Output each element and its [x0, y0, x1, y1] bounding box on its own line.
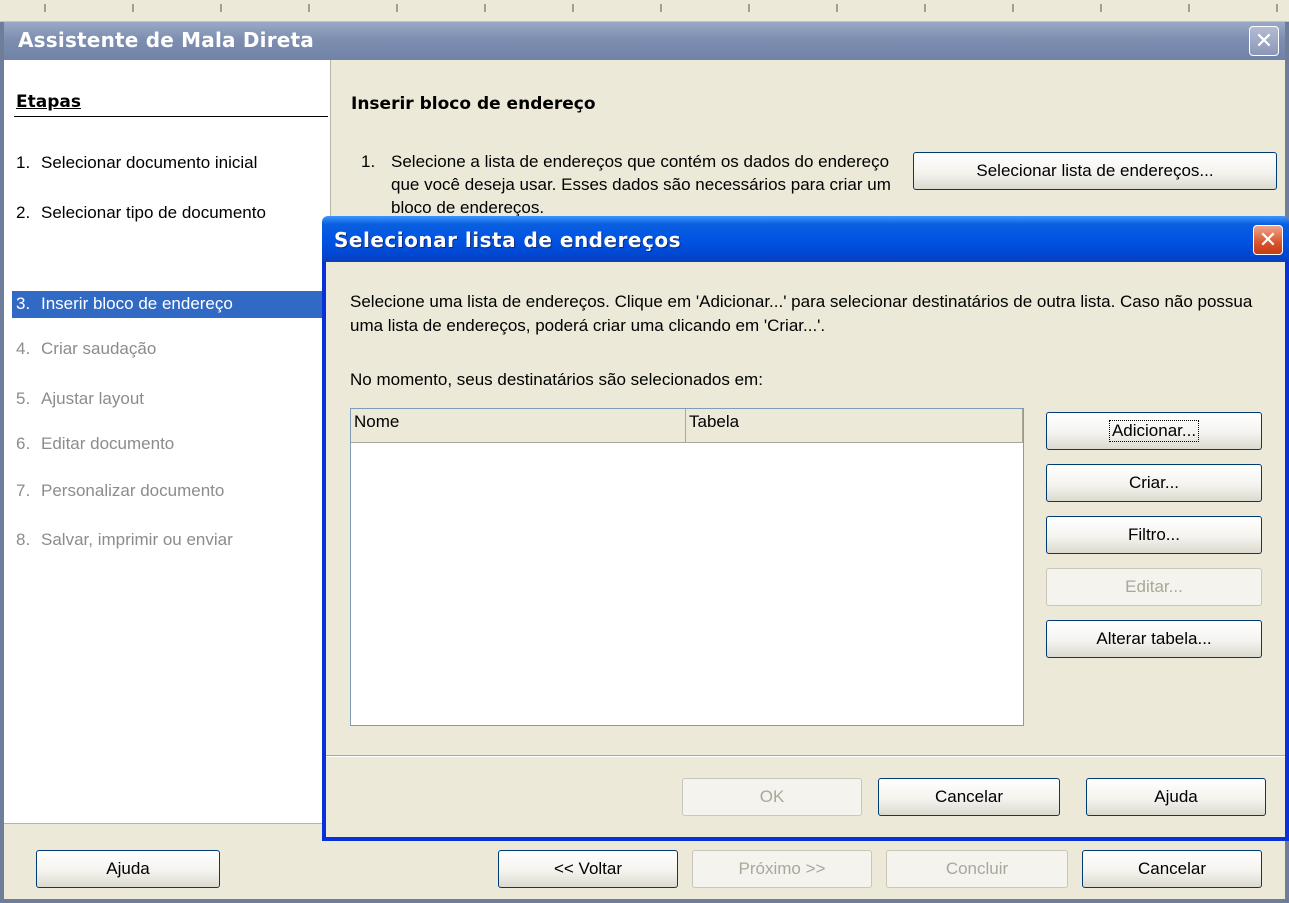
instruction: 1. Selecione a lista de endereços que co…: [361, 150, 901, 219]
button-label: Editar...: [1125, 577, 1183, 596]
step-6[interactable]: 6. Editar documento: [12, 431, 330, 458]
step-2[interactable]: 2. Selecionar tipo de documento: [12, 200, 330, 227]
next-button[interactable]: Próximo >>: [692, 850, 872, 888]
create-button[interactable]: Criar...: [1046, 464, 1262, 502]
button-label: Adicionar...: [1108, 420, 1200, 442]
steps-heading: Etapas: [16, 92, 81, 112]
button-label: Cancelar: [1137, 859, 1207, 878]
column-header-name[interactable]: Nome: [351, 409, 686, 442]
finish-button[interactable]: Concluir: [886, 850, 1068, 888]
step-1[interactable]: 1. Selecionar documento inicial: [12, 150, 330, 177]
steps-panel: Etapas 1. Selecionar documento inicial 2.…: [4, 60, 331, 823]
edit-button[interactable]: Editar...: [1046, 568, 1262, 606]
step-number: 8.: [16, 530, 31, 549]
step-label: Salvar, imprimir ou enviar: [41, 530, 233, 549]
button-label: << Voltar: [553, 859, 623, 878]
button-label: Selecionar lista de endereços...: [976, 161, 1214, 180]
table-header: Nome Tabela: [351, 409, 1023, 443]
section-title: Inserir bloco de endereço: [351, 94, 596, 114]
close-button[interactable]: ✕: [1249, 26, 1279, 56]
instruction-text: Selecione a lista de endereços que conté…: [391, 152, 891, 217]
button-label: Ajuda: [1154, 787, 1198, 806]
button-label: Alterar tabela...: [1096, 629, 1212, 648]
step-label: Selecionar tipo de documento: [41, 203, 266, 222]
button-label: Criar...: [1128, 473, 1180, 492]
step-number: 6.: [16, 434, 31, 453]
back-button[interactable]: << Voltar: [498, 850, 678, 888]
close-icon: ✕: [1258, 227, 1278, 253]
step-number: 2.: [16, 203, 31, 222]
cancel-button[interactable]: Cancelar: [1082, 850, 1262, 888]
button-label: Concluir: [945, 859, 1009, 878]
step-label: Ajustar layout: [41, 389, 144, 408]
background-window-strip: [0, 0, 1289, 22]
select-address-list-button[interactable]: Selecionar lista de endereços...: [913, 152, 1277, 190]
step-label: Personalizar documento: [41, 481, 225, 500]
instruction-number: 1.: [361, 152, 376, 171]
title-bar: Assistente de Mala Direta ✕: [4, 22, 1285, 60]
step-label: Inserir bloco de endereço: [41, 294, 233, 313]
dialog-separator: [326, 755, 1285, 757]
filter-button[interactable]: Filtro...: [1046, 516, 1262, 554]
steps-divider: [14, 116, 328, 117]
step-label: Criar saudação: [41, 339, 157, 358]
step-7[interactable]: 7. Personalizar documento: [12, 478, 330, 505]
current-source-label: No momento, seus destinatários são selec…: [350, 370, 763, 389]
change-table-button[interactable]: Alterar tabela...: [1046, 620, 1262, 658]
select-address-list-dialog: Selecionar lista de endereços ✕ Selecion…: [322, 216, 1289, 841]
button-label: Ajuda: [106, 859, 150, 878]
help-button[interactable]: Ajuda: [36, 850, 220, 888]
add-button[interactable]: Adicionar...: [1046, 412, 1262, 450]
step-label: Editar documento: [41, 434, 175, 453]
step-3[interactable]: 3. Inserir bloco de endereço: [12, 291, 330, 318]
column-header-table[interactable]: Tabela: [686, 409, 1023, 442]
step-number: 7.: [16, 481, 31, 500]
dialog-help-button[interactable]: Ajuda: [1086, 778, 1266, 816]
step-number: 3.: [16, 294, 31, 313]
ruler-marks: [0, 4, 1289, 12]
step-5[interactable]: 5. Ajustar layout: [12, 386, 330, 413]
step-label: Selecionar documento inicial: [41, 153, 258, 172]
step-number: 1.: [16, 153, 31, 172]
step-4[interactable]: 4. Criar saudação: [12, 336, 330, 363]
dialog-title-bar: Selecionar lista de endereços ✕: [322, 216, 1289, 262]
step-number: 4.: [16, 339, 31, 358]
address-list-table[interactable]: Nome Tabela: [350, 408, 1024, 726]
button-label: Filtro...: [1128, 525, 1180, 544]
button-label: Próximo >>: [738, 859, 826, 878]
dialog-title: Selecionar lista de endereços: [334, 228, 681, 252]
step-number: 5.: [16, 389, 31, 408]
ok-button[interactable]: OK: [682, 778, 862, 816]
dialog-description: Selecione uma lista de endereços. Clique…: [350, 292, 1253, 335]
window-title: Assistente de Mala Direta: [18, 28, 314, 52]
dialog-close-button[interactable]: ✕: [1253, 225, 1283, 255]
close-icon: ✕: [1254, 28, 1274, 54]
button-label: Cancelar: [934, 787, 1004, 806]
step-8[interactable]: 8. Salvar, imprimir ou enviar: [12, 527, 330, 554]
dialog-cancel-button[interactable]: Cancelar: [878, 778, 1060, 816]
button-label: OK: [759, 787, 785, 806]
